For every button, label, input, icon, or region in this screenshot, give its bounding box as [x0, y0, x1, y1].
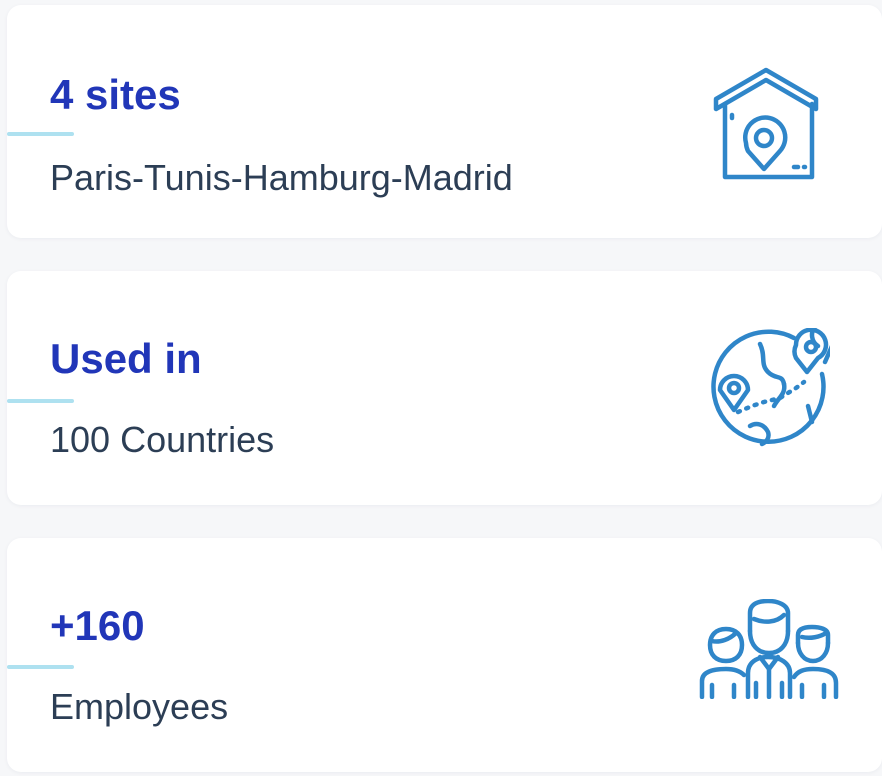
stat-card-employees: +160 Employees: [7, 538, 882, 772]
stat-value: +160: [50, 602, 145, 649]
stat-value: Used in: [50, 335, 202, 382]
stat-label: Employees: [50, 686, 229, 727]
globe-location-icon: [708, 328, 830, 450]
stat-card-sites: 4 sites Paris-Tunis-Hamburg-Madrid: [7, 5, 882, 238]
team-people-icon: [698, 599, 840, 699]
accent-divider: [7, 399, 74, 403]
stat-card-countries: Used in 100 Countries: [7, 271, 882, 505]
accent-divider: [7, 132, 74, 136]
accent-divider: [7, 665, 74, 669]
stat-label: 100 Countries: [50, 419, 275, 460]
stat-label: Paris-Tunis-Hamburg-Madrid: [50, 157, 513, 198]
stat-value: 4 sites: [50, 71, 181, 118]
house-location-icon: [710, 65, 822, 181]
